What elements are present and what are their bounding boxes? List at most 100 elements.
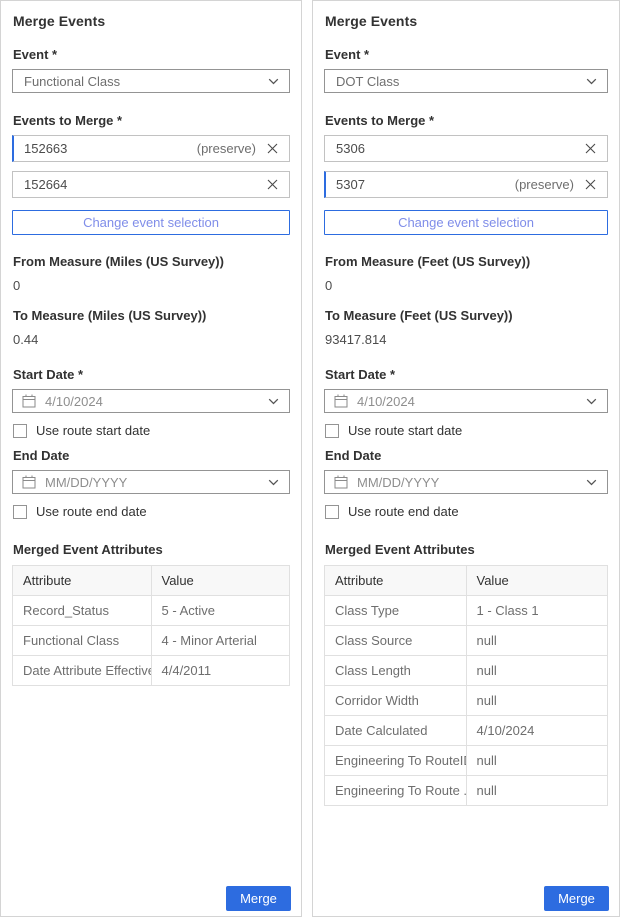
use-route-end-date-label: Use route end date [348,504,459,519]
end-date-picker[interactable]: MM/DD/YYYY [324,470,608,494]
event-id: 5307 [336,177,365,192]
attribute-cell: Date Calculated [325,716,467,746]
page-title: Merge Events [13,13,290,29]
checkbox-icon[interactable] [325,505,339,519]
use-route-end-date-row[interactable]: Use route end date [325,504,608,519]
value-cell: null [466,776,608,806]
change-event-selection-button[interactable]: Change event selection [12,210,290,235]
value-cell: null [466,656,608,686]
table-row: Engineering To Route ... null [325,776,608,806]
event-label: Event * [325,47,608,62]
value-cell: 5 - Active [151,596,290,626]
use-route-end-date-row[interactable]: Use route end date [13,504,290,519]
attribute-cell: Functional Class [13,626,152,656]
use-route-start-date-row[interactable]: Use route start date [13,423,290,438]
use-route-start-date-label: Use route start date [348,423,462,438]
merge-events-panel-right: Merge Events Event * DOT Class Events to… [312,0,620,917]
table-row: Record_Status 5 - Active [13,596,290,626]
calendar-icon [22,475,36,489]
to-measure-value: 93417.814 [325,332,608,347]
from-measure-value: 0 [13,278,290,293]
attribute-column-header: Attribute [325,566,467,596]
calendar-icon [22,394,36,408]
start-date-label: Start Date * [13,367,290,382]
value-cell: 4/4/2011 [151,656,290,686]
event-id: 152663 [24,141,67,156]
start-date-picker[interactable]: 4/10/2024 [12,389,290,413]
events-to-merge-label: Events to Merge * [325,113,608,128]
merge-button[interactable]: Merge [544,886,609,911]
table-row: Class Length null [325,656,608,686]
value-column-header: Value [151,566,290,596]
events-to-merge-label: Events to Merge * [13,113,290,128]
remove-event-icon[interactable] [264,141,280,157]
start-date-picker[interactable]: 4/10/2024 [324,389,608,413]
value-cell: null [466,746,608,776]
use-route-start-date-label: Use route start date [36,423,150,438]
chevron-down-icon [268,479,279,486]
checkbox-icon[interactable] [325,424,339,438]
end-date-label: End Date [13,448,290,463]
chevron-down-icon [268,78,279,85]
end-date-placeholder: MM/DD/YYYY [357,475,439,490]
from-measure-label: From Measure (Miles (US Survey)) [13,254,290,269]
event-id: 5306 [336,141,365,156]
remove-event-icon[interactable] [264,177,280,193]
calendar-icon [334,394,348,408]
preserve-tag: (preserve) [197,141,256,156]
table-row: Date Calculated 4/10/2024 [325,716,608,746]
checkbox-icon[interactable] [13,505,27,519]
start-date-label: Start Date * [325,367,608,382]
event-to-merge-item[interactable]: 152664 [12,171,290,198]
merged-event-attributes-label: Merged Event Attributes [325,542,608,557]
event-select[interactable]: DOT Class [324,69,608,93]
attribute-cell: Engineering To Route ... [325,776,467,806]
remove-event-icon[interactable] [582,141,598,157]
value-cell: 4 - Minor Arterial [151,626,290,656]
value-cell: null [466,626,608,656]
event-select[interactable]: Functional Class [12,69,290,93]
attribute-cell: Date Attribute Effective [13,656,152,686]
merge-button[interactable]: Merge [226,886,291,911]
chevron-down-icon [268,398,279,405]
attribute-cell: Corridor Width [325,686,467,716]
value-cell: 4/10/2024 [466,716,608,746]
event-to-merge-item[interactable]: 5307 (preserve) [324,171,608,198]
end-date-picker[interactable]: MM/DD/YYYY [12,470,290,494]
table-header-row: Attribute Value [325,566,608,596]
table-row: Date Attribute Effective 4/4/2011 [13,656,290,686]
checkbox-icon[interactable] [13,424,27,438]
merged-event-attributes-label: Merged Event Attributes [13,542,290,557]
to-measure-label: To Measure (Miles (US Survey)) [13,308,290,323]
value-cell: null [466,686,608,716]
calendar-icon [334,475,348,489]
table-row: Corridor Width null [325,686,608,716]
attribute-cell: Class Length [325,656,467,686]
from-measure-label: From Measure (Feet (US Survey)) [325,254,608,269]
end-date-label: End Date [325,448,608,463]
start-date-value: 4/10/2024 [45,394,103,409]
merged-attributes-table: Attribute Value Record_Status 5 - Active… [12,565,290,686]
to-measure-label: To Measure (Feet (US Survey)) [325,308,608,323]
page-title: Merge Events [325,13,608,29]
table-row: Engineering To RouteID null [325,746,608,776]
end-date-placeholder: MM/DD/YYYY [45,475,127,490]
attribute-column-header: Attribute [13,566,152,596]
merged-attributes-table: Attribute Value Class Type 1 - Class 1 C… [324,565,608,806]
event-to-merge-item[interactable]: 152663 (preserve) [12,135,290,162]
table-row: Functional Class 4 - Minor Arterial [13,626,290,656]
use-route-start-date-row[interactable]: Use route start date [325,423,608,438]
value-cell: 1 - Class 1 [466,596,608,626]
event-select-value: DOT Class [336,74,399,89]
chevron-down-icon [586,479,597,486]
event-to-merge-item[interactable]: 5306 [324,135,608,162]
start-date-value: 4/10/2024 [357,394,415,409]
event-id: 152664 [24,177,67,192]
attribute-cell: Engineering To RouteID [325,746,467,776]
preserve-tag: (preserve) [515,177,574,192]
merge-events-panel-left: Merge Events Event * Functional Class Ev… [0,0,302,917]
attribute-cell: Class Type [325,596,467,626]
change-event-selection-button[interactable]: Change event selection [324,210,608,235]
event-label: Event * [13,47,290,62]
remove-event-icon[interactable] [582,177,598,193]
